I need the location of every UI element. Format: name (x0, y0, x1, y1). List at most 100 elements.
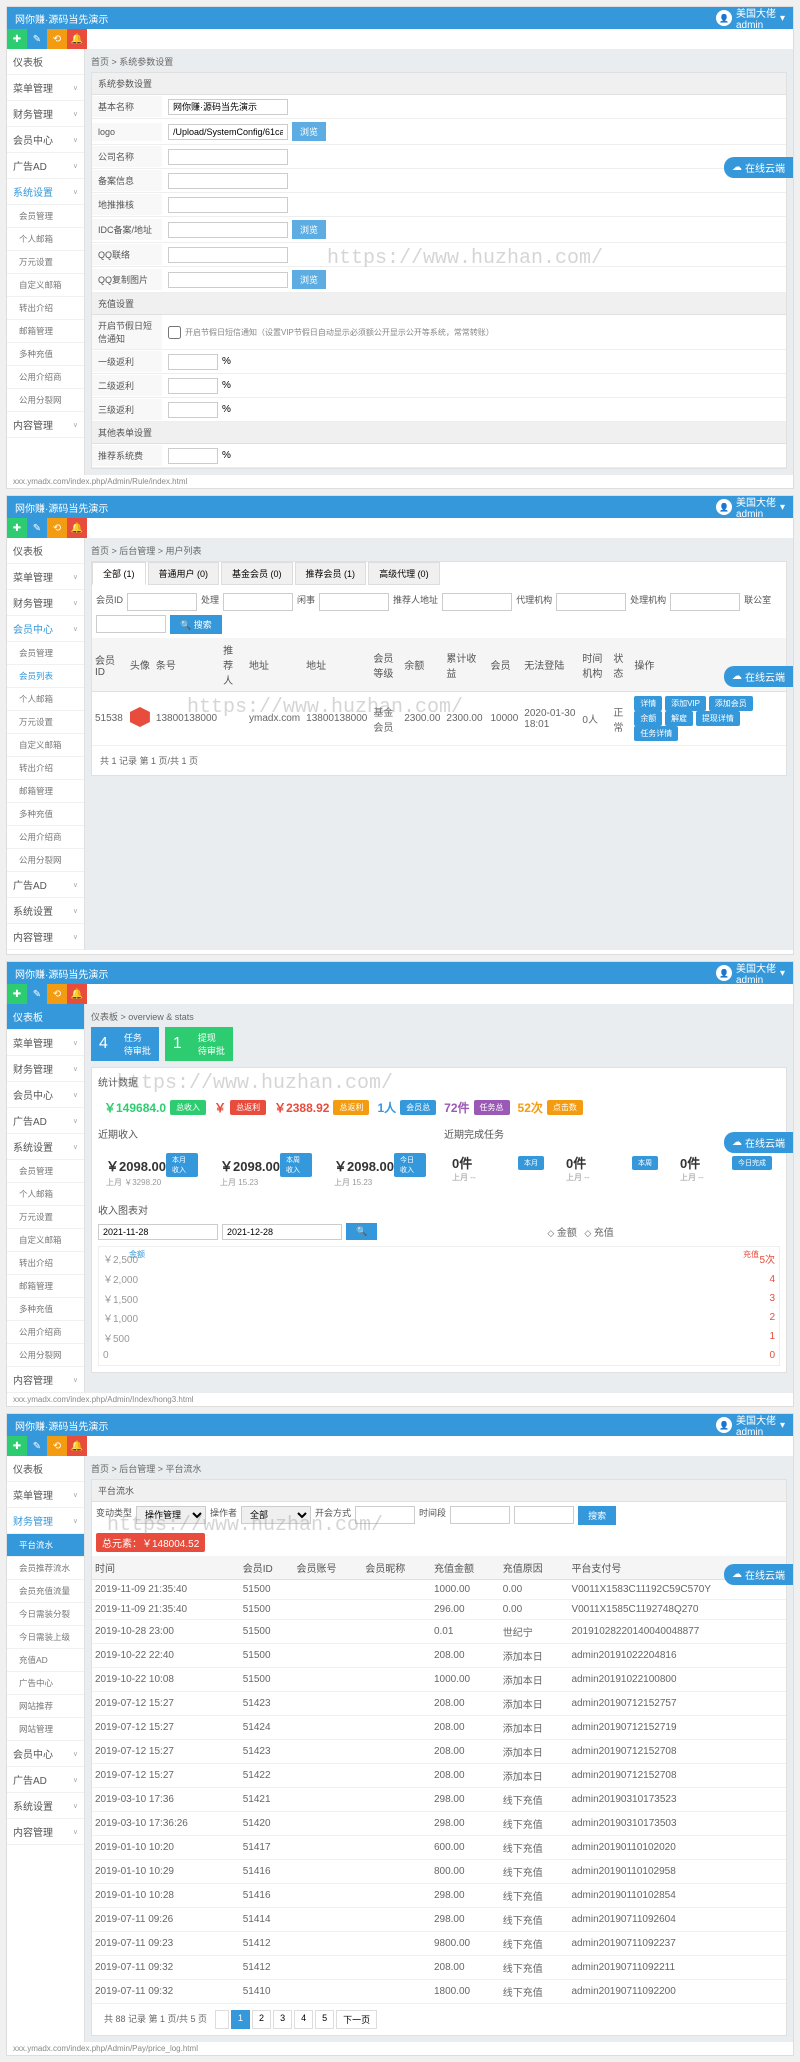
sidebar-item[interactable]: 会员中心∨ (7, 1082, 84, 1108)
date-to[interactable] (222, 1224, 342, 1240)
sidebar-subitem[interactable]: 网站管理 (7, 1718, 84, 1741)
sidebar-item[interactable]: 内容管理∨ (7, 412, 84, 438)
sidebar-item[interactable]: 仪表板 (7, 1456, 84, 1482)
search-input[interactable] (319, 593, 389, 611)
sidebar-item[interactable]: 财务管理∨ (7, 590, 84, 616)
sidebar-subitem[interactable]: 自定义邮箱 (7, 1229, 84, 1252)
fee-input[interactable] (168, 448, 218, 464)
float-cloud-btn[interactable]: ☁在线云端 (724, 157, 793, 178)
page-button[interactable]: 下一页 (336, 2010, 377, 2029)
filter-date-from[interactable] (450, 1506, 510, 1524)
sidebar-item[interactable]: 财务管理∨ (7, 1508, 84, 1534)
sidebar-item[interactable]: 财务管理∨ (7, 101, 84, 127)
sidebar-subitem[interactable]: 转出介绍 (7, 757, 84, 780)
sidebar-subitem[interactable]: 邮箱管理 (7, 320, 84, 343)
sidebar-item[interactable]: 系统设置∨ (7, 898, 84, 924)
user-menu[interactable]: 👤美国大佬admin▾ (716, 495, 785, 520)
sidebar-subitem[interactable]: 会员管理 (7, 1160, 84, 1183)
sidebar-subitem[interactable]: 充值AD (7, 1649, 84, 1672)
sidebar-item[interactable]: 内容管理∨ (7, 924, 84, 950)
sidebar-item[interactable]: 广告AD∨ (7, 872, 84, 898)
form-input[interactable] (168, 222, 288, 238)
sidebar-subitem[interactable]: 会员充值流量 (7, 1580, 84, 1603)
filter-method[interactable] (355, 1506, 415, 1524)
sidebar-item[interactable]: 菜单管理∨ (7, 564, 84, 590)
sidebar-item[interactable]: 仪表板 (7, 49, 84, 75)
search-input[interactable] (223, 593, 293, 611)
sidebar-subitem[interactable]: 万元设置 (7, 251, 84, 274)
page-button[interactable]: 2 (252, 2010, 271, 2029)
sidebar-item[interactable]: 广告AD∨ (7, 1108, 84, 1134)
sidebar-subitem[interactable]: 多种充值 (7, 1298, 84, 1321)
sidebar-subitem[interactable]: 今日需装分裂 (7, 1603, 84, 1626)
sidebar-subitem[interactable]: 公用分裂网 (7, 389, 84, 412)
date-from[interactable] (98, 1224, 218, 1240)
search-icon[interactable]: 🔍 (346, 1223, 377, 1240)
sidebar-subitem[interactable]: 万元设置 (7, 711, 84, 734)
sidebar-item[interactable]: 会员中心∨ (7, 127, 84, 153)
action-button[interactable]: 提现详情 (696, 711, 740, 726)
sidebar-item[interactable]: 系统设置∨ (7, 179, 84, 205)
search-input[interactable] (556, 593, 626, 611)
sidebar-subitem[interactable]: 自定义邮箱 (7, 734, 84, 757)
sidebar-item[interactable]: 仪表板 (7, 538, 84, 564)
user-menu[interactable]: 👤 美国大佬admin ▾ (716, 6, 785, 31)
page-button[interactable]: 1 (231, 2010, 250, 2029)
sidebar-subitem[interactable]: 邮箱管理 (7, 1275, 84, 1298)
tab[interactable]: 高级代理 (0) (368, 562, 440, 585)
page-button[interactable]: 5 (315, 2010, 334, 2029)
sidebar-subitem[interactable]: 邮箱管理 (7, 780, 84, 803)
form-input[interactable] (168, 197, 288, 213)
sidebar-item[interactable]: 财务管理∨ (7, 1056, 84, 1082)
sidebar-subitem[interactable]: 公用分裂网 (7, 849, 84, 872)
sidebar-item[interactable]: 内容管理∨ (7, 1367, 84, 1393)
action-button[interactable]: 余额 (634, 711, 662, 726)
tab[interactable]: 普通用户 (0) (148, 562, 220, 585)
stat-tile[interactable]: 4任务待审批 (91, 1027, 159, 1061)
toolbar-btn-4[interactable]: 🔔 (67, 29, 87, 49)
action-button[interactable]: 任务详情 (634, 726, 678, 741)
search-input[interactable] (442, 593, 512, 611)
filter-type[interactable]: 操作管理 (136, 1506, 206, 1524)
sidebar-subitem[interactable]: 个人邮箱 (7, 228, 84, 251)
sidebar-subitem[interactable]: 广告中心 (7, 1672, 84, 1695)
sidebar-subitem[interactable]: 公用介绍商 (7, 826, 84, 849)
form-input[interactable] (168, 272, 288, 288)
sidebar-item[interactable]: 广告AD∨ (7, 153, 84, 179)
page-button[interactable]: 3 (273, 2010, 292, 2029)
sidebar-subitem[interactable]: 个人邮箱 (7, 1183, 84, 1206)
tab-header[interactable]: 系统参数设置 (92, 73, 786, 95)
sidebar-subitem[interactable]: 会员列表 (7, 665, 84, 688)
filter-date-to[interactable] (514, 1506, 574, 1524)
sidebar-item[interactable]: 菜单管理∨ (7, 75, 84, 101)
tab[interactable]: 全部 (1) (92, 562, 146, 585)
sidebar-subitem[interactable]: 公用介绍商 (7, 366, 84, 389)
sidebar-item[interactable]: 菜单管理∨ (7, 1482, 84, 1508)
search-input[interactable] (670, 593, 740, 611)
search-input[interactable] (127, 593, 197, 611)
sidebar-subitem[interactable]: 公用介绍商 (7, 1321, 84, 1344)
sidebar-item[interactable]: 会员中心∨ (7, 616, 84, 642)
tab[interactable]: 基金会员 (0) (221, 562, 293, 585)
sidebar-subitem[interactable]: 会员管理 (7, 642, 84, 665)
form-input[interactable] (168, 247, 288, 263)
action-button[interactable]: 解雇 (665, 711, 693, 726)
sidebar-subitem[interactable]: 转出介绍 (7, 1252, 84, 1275)
action-button[interactable]: 添加会员 (709, 696, 753, 711)
browse-button[interactable]: 浏览 (292, 220, 326, 239)
sidebar-subitem[interactable]: 转出介绍 (7, 297, 84, 320)
sidebar-subitem[interactable]: 平台流水 (7, 1534, 84, 1557)
sidebar-subitem[interactable]: 网站推荐 (7, 1695, 84, 1718)
sidebar-item[interactable]: 内容管理∨ (7, 1819, 84, 1845)
sidebar-subitem[interactable]: 多种充值 (7, 343, 84, 366)
tab[interactable]: 推荐会员 (1) (295, 562, 367, 585)
sidebar-item[interactable]: 广告AD∨ (7, 1767, 84, 1793)
toolbar-btn-3[interactable]: ⟲ (47, 29, 67, 49)
form-input[interactable] (168, 99, 288, 115)
page-button[interactable]: 4 (294, 2010, 313, 2029)
browse-button[interactable]: 浏览 (292, 270, 326, 289)
rate-input[interactable] (168, 354, 218, 370)
sidebar-subitem[interactable]: 公用分裂网 (7, 1344, 84, 1367)
sidebar-subitem[interactable]: 会员管理 (7, 205, 84, 228)
sidebar-subitem[interactable]: 个人邮箱 (7, 688, 84, 711)
